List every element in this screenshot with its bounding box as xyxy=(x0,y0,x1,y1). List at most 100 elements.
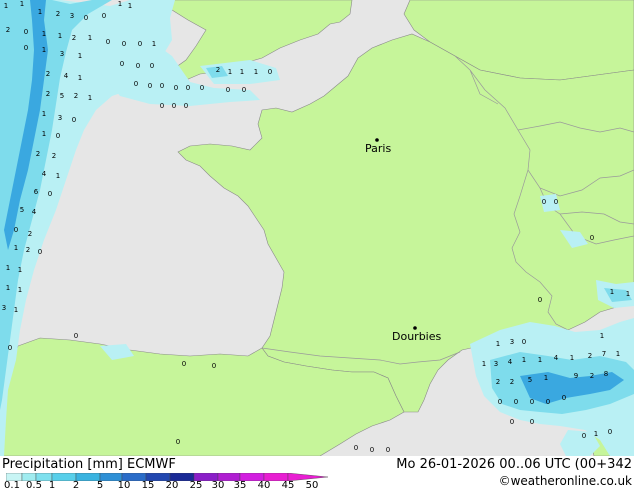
precip-value-label: 0 xyxy=(370,446,374,454)
precip-value-label: 1 xyxy=(42,30,46,38)
precip-value-label: 1 xyxy=(616,350,620,358)
precip-value-label: 0 xyxy=(74,332,78,340)
precip-value-label: 0 xyxy=(530,398,534,406)
precip-value-label: 0 xyxy=(212,362,216,370)
precipitation-map: 1 11 2 3 0 01 12 0 1 1 2 1 0 0 0 10 1 3 10 0 0 2 1 1 1 02 4 10 0 0 0 0 0… xyxy=(0,0,634,456)
precip-value-label: 8 xyxy=(604,370,608,378)
legend-tick-label: 25 xyxy=(189,480,203,491)
precip-value-label: 2 xyxy=(36,150,40,158)
precip-value-label: 7 xyxy=(602,350,606,358)
legend-tick-label: 2 xyxy=(72,480,80,491)
precip-value-label: 1 xyxy=(128,2,132,10)
precip-value-label: 4 xyxy=(32,208,37,216)
precip-value-label: 0 xyxy=(150,62,154,70)
precip-value-label: 0 xyxy=(134,80,138,88)
precip-value-label: 2 xyxy=(46,70,50,78)
precip-value-label: 2 xyxy=(216,66,220,74)
precip-value-label: 1 xyxy=(544,374,548,382)
precip-value-label: 0 xyxy=(24,28,28,36)
precip-value-label: 0 xyxy=(160,82,164,90)
precip-value-label: 1 xyxy=(496,340,500,348)
precip-value-label: 1 xyxy=(152,40,156,48)
precip-value-label: 0 xyxy=(148,82,152,90)
precip-value-label: 1 xyxy=(18,266,22,274)
precip-value-label: 0 xyxy=(72,116,76,124)
legend-tick-label: 5 xyxy=(96,480,104,491)
precip-value-label: 0 xyxy=(38,248,42,256)
precip-value-label: 0 xyxy=(608,428,612,436)
precip-value-label: 0 xyxy=(56,132,60,140)
precip-value-label: 2 xyxy=(74,92,78,100)
precip-value-label: 1 xyxy=(42,46,46,54)
precip-value-label: 2 xyxy=(588,352,592,360)
precip-value-label: 3 xyxy=(494,360,498,368)
precip-value-label: 1 xyxy=(6,264,10,272)
precip-value-label: 0 xyxy=(546,398,550,406)
precip-value-label: 1 xyxy=(482,360,486,368)
precip-value-label: 1 xyxy=(626,290,630,298)
precip-value-label: 0 xyxy=(84,14,88,22)
precip-value-label: 1 xyxy=(56,172,60,180)
precip-value-label: 0 xyxy=(562,394,566,402)
precip-value-label: 4 xyxy=(42,170,47,178)
precip-value-label: 3 xyxy=(60,50,64,58)
precip-value-label: 1 xyxy=(88,94,92,102)
precip-value-label: 0 xyxy=(184,102,188,110)
city-label-paris: Paris xyxy=(365,142,391,155)
precip-value-label: 0 xyxy=(160,102,164,110)
precip-value-label: 2 xyxy=(46,90,50,98)
precip-value-label: 1 xyxy=(38,8,42,16)
precip-value-label: 0 xyxy=(386,446,390,454)
precip-value-label: 0 xyxy=(200,84,204,92)
legend-tick-label: 30 xyxy=(211,480,225,491)
precip-value-label: 0 xyxy=(554,198,558,206)
precip-value-label: 1 xyxy=(538,356,542,364)
legend-tick-label: 20 xyxy=(165,480,179,491)
precip-value-label: 0 xyxy=(106,38,110,46)
precip-value-label: 1 xyxy=(522,356,526,364)
precip-value-label: 5 xyxy=(20,206,24,214)
legend-tick-label: 35 xyxy=(233,480,247,491)
precip-value-label: 2 xyxy=(52,152,56,160)
precip-value-label: 1 xyxy=(254,68,258,76)
precip-value-label: 0 xyxy=(242,86,246,94)
precip-value-label: 0 xyxy=(102,12,106,20)
precip-value-label: 4 xyxy=(508,358,513,366)
precip-value-label: 0 xyxy=(226,86,230,94)
precip-value-label: 0 xyxy=(530,418,534,426)
product-title: Precipitation [mm] ECMWF xyxy=(2,457,176,472)
precip-value-label: 0 xyxy=(354,444,358,452)
precip-value-label: 5 xyxy=(528,376,532,384)
precip-value-label: 3 xyxy=(58,114,62,122)
precip-value-label: 4 xyxy=(554,354,559,362)
precip-value-label: 2 xyxy=(26,246,30,254)
precip-value-label: 0 xyxy=(522,338,526,346)
precip-value-label: 0 xyxy=(172,102,176,110)
precip-value-label: 1 xyxy=(4,2,8,10)
precip-value-label: 1 xyxy=(228,68,232,76)
precip-value-label: 0 xyxy=(542,198,546,206)
precip-value-label: 0 xyxy=(8,344,12,352)
precip-value-label: 4 xyxy=(64,72,69,80)
precip-value-label: 0 xyxy=(514,398,518,406)
legend-tick-label: 0.1 xyxy=(4,480,20,491)
precip-value-label: 0 xyxy=(182,360,186,368)
precip-value-label: 1 xyxy=(20,0,24,8)
precip-value-label: 5 xyxy=(60,92,64,100)
credit-link[interactable]: ©weatheronline.co.uk xyxy=(499,474,632,488)
precip-value-label: 1 xyxy=(88,34,92,42)
precip-value-label: 1 xyxy=(594,430,598,438)
legend-tick-label: 50 xyxy=(305,480,319,491)
precip-value-label: 2 xyxy=(590,372,594,380)
precip-value-label: 1 xyxy=(610,288,614,296)
legend-tick-label: 1 xyxy=(48,480,56,491)
legend-tick-label: 40 xyxy=(257,480,271,491)
precip-value-label: 0 xyxy=(120,60,124,68)
legend-tick-label: 15 xyxy=(141,480,155,491)
precip-value-label: 2 xyxy=(28,230,32,238)
precip-value-label: 0 xyxy=(14,226,18,234)
precip-value-label: 1 xyxy=(14,306,18,314)
precip-value-label: 1 xyxy=(78,52,82,60)
precip-value-label: 1 xyxy=(42,110,46,118)
precip-value-label: 0 xyxy=(510,418,514,426)
